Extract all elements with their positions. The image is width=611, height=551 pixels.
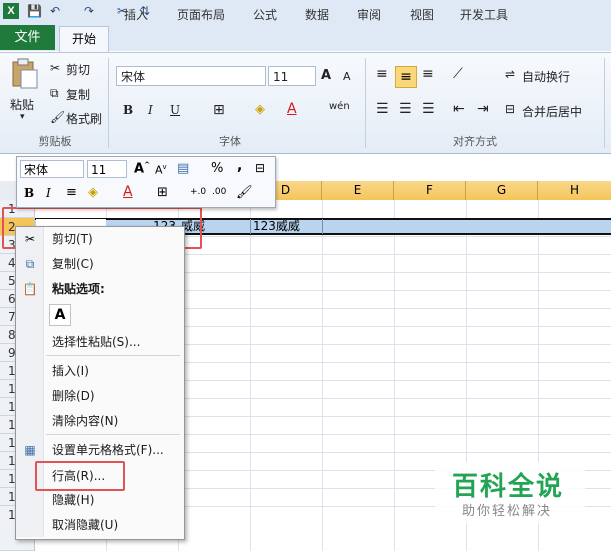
phonetic-button[interactable]: wén bbox=[329, 101, 350, 112]
save-icon[interactable]: 💾 bbox=[27, 3, 42, 19]
cell-d2[interactable]: 123威威 bbox=[253, 219, 300, 234]
align-middle-icon[interactable]: ≡ bbox=[395, 66, 417, 88]
mini-font-name-select[interactable]: 宋体 bbox=[20, 160, 84, 178]
mini-format-painter-icon[interactable]: 🖌 bbox=[236, 185, 253, 200]
menu-item-hide[interactable]: 隐藏(H) bbox=[52, 491, 94, 509]
tab-page-layout[interactable]: 页面布局 bbox=[177, 4, 225, 26]
tab-view[interactable]: 视图 bbox=[410, 4, 434, 26]
shrink-font-button[interactable]: A bbox=[343, 70, 351, 83]
font-group-label: 字体 bbox=[219, 135, 241, 148]
mini-accounting-icon[interactable]: ▤ bbox=[177, 161, 189, 176]
align-right-icon[interactable]: ☰ bbox=[422, 101, 435, 117]
wrap-text-button[interactable]: 自动换行 bbox=[522, 68, 570, 85]
merge-center-button[interactable]: 合并后居中 bbox=[522, 103, 582, 120]
copy-button[interactable]: 复制 bbox=[66, 86, 90, 103]
bold-button[interactable]: B bbox=[123, 103, 133, 117]
column-header-f[interactable]: F bbox=[394, 181, 466, 200]
grow-font-button[interactable]: A bbox=[321, 68, 331, 83]
excel-logo-icon[interactable]: X bbox=[3, 3, 19, 19]
mini-font-color-icon[interactable]: A bbox=[123, 184, 133, 200]
tab-review[interactable]: 审阅 bbox=[357, 4, 381, 26]
font-color-icon[interactable]: A bbox=[287, 101, 297, 117]
menu-item-paste-special[interactable]: 选择性粘贴(S)... bbox=[52, 333, 140, 351]
watermark-subtitle: 助你轻松解决 bbox=[462, 504, 553, 519]
align-left-icon[interactable]: ☰ bbox=[376, 101, 389, 117]
grid-line bbox=[322, 200, 323, 551]
mini-grow-font-icon[interactable]: A^ bbox=[134, 161, 150, 176]
copy-icon[interactable]: ⧉ bbox=[50, 86, 59, 101]
copy-icon: ⧉ bbox=[25, 257, 35, 271]
mini-format-icon[interactable]: ⊟ bbox=[255, 161, 265, 175]
group-divider bbox=[108, 58, 109, 148]
paste-icon[interactable] bbox=[9, 58, 39, 90]
grid-line bbox=[322, 219, 323, 234]
tab-insert[interactable]: 插入 bbox=[124, 4, 148, 26]
menu-item-clear-contents[interactable]: 清除内容(N) bbox=[52, 412, 118, 430]
align-bottom-icon[interactable]: ≡ bbox=[422, 66, 434, 82]
orientation-icon[interactable]: ⟋ bbox=[453, 66, 463, 82]
tab-developer[interactable]: 开发工具 bbox=[460, 4, 508, 26]
menu-item-paste-keep-text[interactable]: A bbox=[49, 304, 71, 326]
align-top-icon[interactable]: ≡ bbox=[376, 66, 388, 82]
paste-icon: 📋 bbox=[22, 282, 38, 296]
menu-item-cut[interactable]: 剪切(T) bbox=[52, 230, 93, 248]
undo-icon[interactable]: ↶ bbox=[50, 3, 60, 19]
mini-increase-decimal-button[interactable]: +.0 bbox=[190, 187, 206, 197]
align-center-icon[interactable]: ☰ bbox=[399, 101, 412, 117]
format-painter-button[interactable]: 格式刷 bbox=[66, 110, 102, 127]
menu-item-unhide[interactable]: 取消隐藏(U) bbox=[52, 516, 118, 534]
grid-line bbox=[250, 200, 251, 551]
mini-border-icon[interactable]: ⊞ bbox=[157, 185, 168, 200]
menu-separator bbox=[46, 434, 180, 435]
fill-color-icon[interactable]: ◈ bbox=[255, 102, 265, 117]
grid-line bbox=[250, 219, 251, 234]
border-icon[interactable]: ⊞ bbox=[213, 102, 225, 118]
menu-item-insert[interactable]: 插入(I) bbox=[52, 362, 89, 380]
mini-bold-button[interactable]: B bbox=[24, 186, 34, 200]
menu-item-copy[interactable]: 复制(C) bbox=[52, 255, 94, 273]
mini-font-size-select[interactable]: 11 bbox=[87, 160, 127, 178]
column-header-h[interactable]: H bbox=[538, 181, 611, 200]
redo-icon[interactable]: ↷ bbox=[84, 3, 94, 19]
font-name-select[interactable]: 宋体 bbox=[116, 66, 266, 86]
group-divider bbox=[365, 58, 366, 148]
menu-label-paste-options: 粘贴选项: bbox=[52, 282, 105, 296]
paste-dropdown-icon[interactable]: ▾ bbox=[20, 112, 25, 122]
underline-button[interactable]: U bbox=[170, 103, 180, 117]
tab-file[interactable]: 文件 bbox=[0, 25, 55, 50]
mini-italic-button[interactable]: I bbox=[46, 186, 51, 200]
mini-comma-button[interactable]: , bbox=[237, 158, 242, 174]
grid-line bbox=[394, 200, 395, 551]
column-header-e[interactable]: E bbox=[322, 181, 394, 200]
mini-decrease-decimal-button[interactable]: .00 bbox=[212, 187, 226, 197]
group-divider bbox=[604, 58, 605, 148]
watermark-title: 百科全说 bbox=[452, 472, 565, 502]
menu-item-delete[interactable]: 删除(D) bbox=[52, 387, 95, 405]
mini-fill-color-icon[interactable]: ◈ bbox=[88, 185, 98, 200]
mini-percent-button[interactable]: % bbox=[211, 161, 223, 176]
format-cells-icon: ▦ bbox=[24, 443, 36, 457]
alignment-group-label: 对齐方式 bbox=[453, 135, 497, 148]
scissors-icon[interactable]: ✂ bbox=[50, 61, 60, 75]
font-size-select[interactable]: 11 bbox=[268, 66, 316, 86]
column-header-g[interactable]: G bbox=[466, 181, 538, 200]
mini-center-icon[interactable]: ≡ bbox=[66, 185, 77, 200]
decrease-indent-icon[interactable]: ⇤ bbox=[453, 101, 465, 117]
tab-home[interactable]: 开始 bbox=[59, 26, 109, 54]
increase-indent-icon[interactable]: ⇥ bbox=[477, 101, 489, 117]
menu-separator bbox=[46, 355, 180, 356]
mini-shrink-font-icon[interactable]: Av bbox=[155, 163, 167, 177]
wrap-text-icon[interactable]: ⇌ bbox=[505, 67, 515, 81]
clipboard-group-label: 剪贴板 bbox=[38, 135, 72, 148]
menu-item-format-cells[interactable]: 设置单元格格式(F)... bbox=[52, 441, 164, 459]
brush-icon[interactable]: 🖌 bbox=[50, 110, 65, 124]
cut-button[interactable]: 剪切 bbox=[66, 61, 90, 78]
paste-button[interactable]: 粘贴 bbox=[10, 96, 34, 113]
italic-button[interactable]: I bbox=[148, 103, 153, 117]
highlight-row-height bbox=[35, 461, 125, 491]
tab-formulas[interactable]: 公式 bbox=[253, 4, 277, 26]
scissors-icon: ✂ bbox=[24, 232, 36, 246]
tab-data[interactable]: 数据 bbox=[305, 4, 329, 26]
merge-icon[interactable]: ⊟ bbox=[505, 102, 515, 116]
